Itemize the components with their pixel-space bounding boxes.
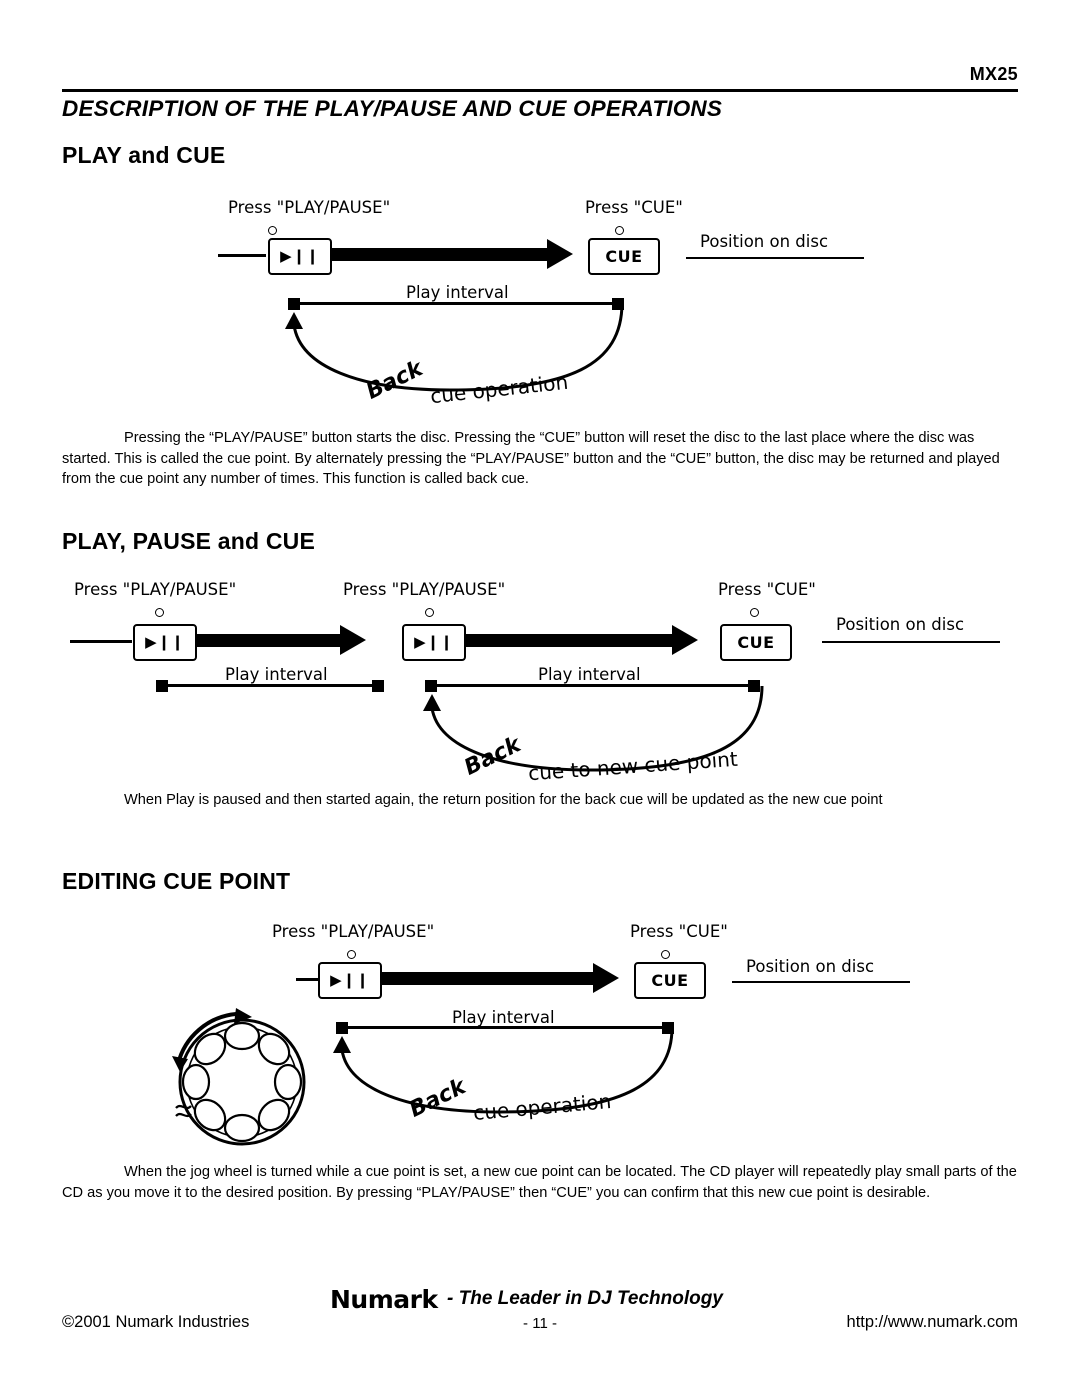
- label-press-cue: Press "CUE": [630, 922, 728, 941]
- cue-label: CUE: [651, 970, 689, 990]
- indicator-dot: [661, 950, 670, 959]
- indicator-dot: [347, 950, 356, 959]
- diagram-editing-cue-point: Press "PLAY/PAUSE" Press "CUE" Position …: [0, 0, 1080, 1160]
- play-pause-icon: ▶❙❙: [330, 971, 370, 989]
- footer-website[interactable]: http://www.numark.com: [847, 1313, 1018, 1332]
- cue-button[interactable]: CUE: [634, 962, 706, 999]
- paragraph-editing-cue-point: When the jog wheel is turned while a cue…: [62, 1164, 1017, 1201]
- back-cue-arrow-head: [333, 1036, 351, 1053]
- flow-arrow-head: [593, 963, 619, 993]
- numark-logo: Numark: [330, 1285, 438, 1314]
- label-press-play-pause: Press "PLAY/PAUSE": [272, 922, 435, 941]
- label-position-on-disc: Position on disc: [746, 957, 875, 976]
- position-line: [732, 981, 910, 984]
- play-pause-button[interactable]: ▶❙❙: [318, 962, 382, 999]
- footer-tagline: - The Leader in DJ Technology: [447, 1288, 723, 1309]
- flow-arrow-shaft: [380, 972, 598, 985]
- manual-page: MX25 DESCRIPTION OF THE PLAY/PAUSE AND C…: [0, 0, 1080, 1397]
- timeline-start-line: [296, 978, 318, 981]
- label-back-cue-operation: Back cue operation: [405, 1074, 613, 1125]
- jog-wheel[interactable]: [160, 1000, 320, 1160]
